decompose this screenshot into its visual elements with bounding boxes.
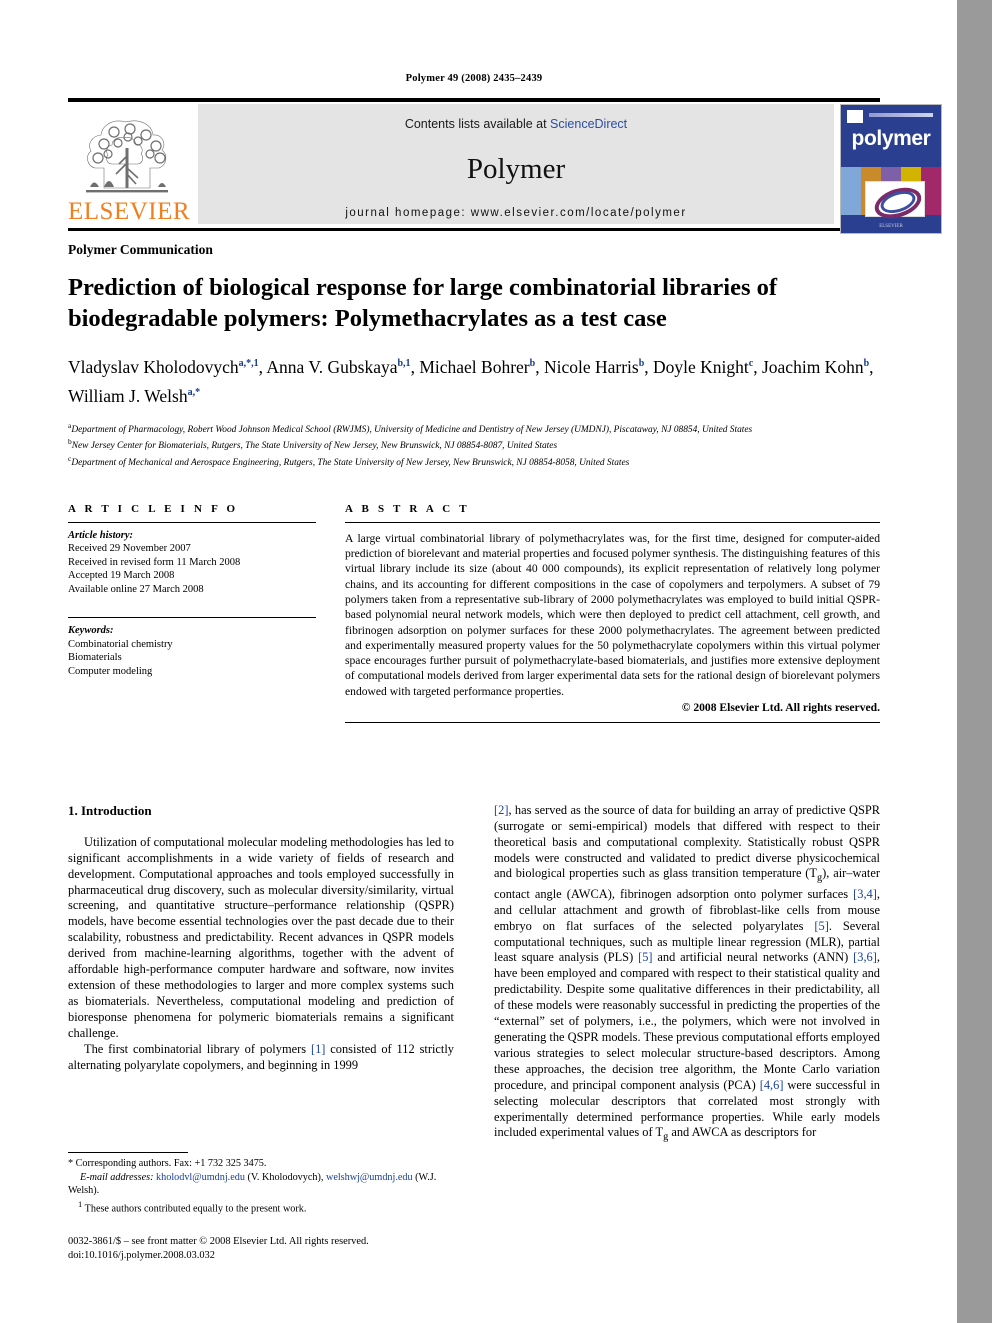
author-name: Doyle Knight (653, 356, 749, 377)
affiliation-list: aDepartment of Pharmacology, Robert Wood… (68, 420, 880, 470)
article-history-label: Article history: (68, 529, 134, 541)
body-column-left: 1. Introduction Utilization of computati… (68, 803, 454, 1146)
contents-prefix: Contents lists available at (404, 117, 551, 131)
issn-block: 0032-3861/$ – see front matter © 2008 El… (68, 1235, 454, 1262)
intro-paragraph-1: Utilization of computational molecular m… (68, 834, 454, 1040)
article-history: Article history: Received 29 November 20… (68, 529, 316, 597)
citation-ref[interactable]: [2] (494, 803, 508, 817)
abstract-text: A large virtual combinatorial library of… (345, 531, 880, 698)
history-item: Received 29 November 2007 (68, 543, 191, 555)
author-affiliation-marker: b (638, 358, 645, 369)
article-section-type: Polymer Communication (68, 242, 213, 257)
masthead-bottom-rule (68, 228, 880, 231)
running-head: Polymer 49 (2008) 2435–2439 (405, 73, 543, 84)
author-name: Vladyslav Kholodovych (68, 356, 239, 377)
author-name: Nicole Harris (543, 356, 639, 377)
author-name: Michael Bohrer (419, 356, 530, 377)
author-affiliation-marker: b,1 (397, 358, 411, 369)
cover-elsevier-mark-icon (847, 110, 863, 123)
email-note: E-mail addresses: kholodvl@umdnj.edu (V.… (68, 1171, 454, 1197)
contents-available-line: Contents lists available at ScienceDirec… (198, 117, 834, 131)
email-link-1[interactable]: kholodvl@umdnj.edu (156, 1172, 245, 1183)
journal-title: Polymer (466, 153, 566, 185)
body-text: and AWCA as descriptors for (668, 1125, 817, 1140)
affiliation-item: bNew Jersey Center for Biomaterials, Rut… (68, 436, 880, 453)
elsevier-logo: ELSEVIER (68, 106, 191, 226)
footnotes: * Corresponding authors. Fax: +1 732 325… (68, 1152, 454, 1262)
citation-ref[interactable]: [4,6] (760, 1078, 784, 1092)
info-abstract-block: A R T I C L E I N F O Article history: R… (68, 503, 880, 773)
journal-masthead: ELSEVIER Contents lists available at Sci… (68, 102, 942, 234)
intro-paragraph-2: The first combinatorial library of polym… (68, 1042, 454, 1074)
history-item: Accepted 19 March 2008 (68, 570, 175, 582)
history-item: Received in revised form 11 March 2008 (68, 556, 241, 568)
abstract-copyright: © 2008 Elsevier Ltd. All rights reserved… (681, 701, 880, 715)
elsevier-tree-icon (86, 120, 168, 193)
author-affiliation-marker: b (529, 358, 536, 369)
abstract-bottom-rule (345, 722, 880, 724)
keywords-rule (68, 617, 316, 619)
body-text: , have been employed and compared with r… (494, 950, 880, 1092)
author-list: Vladyslav Kholodovycha,*,1, Anna V. Gubs… (68, 356, 874, 406)
keyword-item: Combinatorial chemistry (68, 638, 173, 650)
footnote-rule (68, 1152, 188, 1153)
doi-line[interactable]: doi:10.1016/j.polymer.2008.03.032 (68, 1249, 454, 1262)
introduction-heading: 1. Introduction (68, 802, 152, 818)
author-affiliation-marker: c (748, 358, 754, 369)
keywords-label: Keywords: (68, 625, 114, 637)
affiliation-text: Department of Mechanical and Aerospace E… (71, 458, 630, 469)
email-label: E-mail addresses: (80, 1172, 154, 1183)
article-title: Prediction of biological response for la… (68, 274, 778, 332)
author-name: William J. Welsh (68, 385, 188, 406)
keywords-block: Keywords: Combinatorial chemistry Biomat… (68, 624, 316, 678)
abstract-heading: A B S T R A C T (345, 502, 470, 515)
author-affiliation-marker: a,* (187, 386, 201, 398)
email-link-2[interactable]: welshwj@umdnj.edu (326, 1172, 413, 1183)
history-item: Available online 27 March 2008 (68, 583, 204, 595)
body-text: and artificial neural networks (ANN) (652, 950, 854, 965)
elsevier-wordmark: ELSEVIER (68, 198, 191, 225)
intro-continued-paragraph: [2], has served as the source of data fo… (494, 803, 880, 1146)
journal-homepage-link[interactable]: journal homepage: www.elsevier.com/locat… (198, 207, 834, 219)
cover-gradient-bar (869, 113, 933, 117)
page-right-gutter (957, 0, 992, 1323)
para2-pre: The first combinatorial library of polym… (84, 1041, 311, 1056)
affiliation-item: cDepartment of Mechanical and Aerospace … (68, 453, 880, 470)
paper-page: Polymer 49 (2008) 2435–2439 ELSEVIER Con… (0, 0, 957, 1323)
sciencedirect-link[interactable]: ScienceDirect (550, 117, 627, 131)
journal-cover-image: polymer ELSEVIER (840, 104, 942, 234)
body-columns: 1. Introduction Utilization of computati… (68, 803, 880, 1146)
cover-inset-figure (865, 181, 926, 224)
citation-ref[interactable]: [3,6] (853, 950, 877, 964)
citation-ref[interactable]: [5] (638, 950, 652, 964)
author-name: Anna V. Gubskaya (266, 356, 398, 377)
author-affiliation-marker: a,*,1 (238, 358, 259, 369)
author-name: Joachim Kohn (761, 356, 864, 377)
corresponding-author-note: * Corresponding authors. Fax: +1 732 325… (68, 1158, 267, 1169)
affiliation-item: aDepartment of Pharmacology, Robert Wood… (68, 420, 880, 437)
keyword-item: Computer modeling (68, 665, 153, 677)
email-1-attrib: (V. Kholodovych), (244, 1172, 326, 1183)
issn-line: 0032-3861/$ – see front matter © 2008 El… (68, 1236, 369, 1248)
footnote-marker: 1 (78, 1199, 83, 1209)
journal-banner: Contents lists available at ScienceDirec… (198, 104, 834, 224)
citation-ref[interactable]: [3,4] (853, 887, 877, 901)
abstract-rule (345, 521, 880, 523)
keyword-item: Biomaterials (68, 652, 122, 664)
abstract-column: A B S T R A C T A large virtual combinat… (345, 502, 880, 724)
cover-footer-text: ELSEVIER (879, 224, 903, 229)
body-column-right: [2], has served as the source of data fo… (494, 803, 880, 1146)
equal-contribution-text: These authors contributed equally to the… (84, 1203, 307, 1215)
article-info-column: A R T I C L E I N F O Article history: R… (68, 503, 316, 679)
cover-header-band (841, 105, 941, 125)
affiliation-text: New Jersey Center for Biomaterials, Rutg… (71, 441, 558, 452)
article-info-rule (68, 521, 316, 523)
author-affiliation-marker: b (863, 358, 870, 369)
cover-wordmark: polymer (851, 127, 931, 150)
citation-ref[interactable]: [1] (311, 1042, 325, 1056)
citation-ref[interactable]: [5] (814, 919, 828, 933)
article-info-heading: A R T I C L E I N F O (68, 502, 239, 515)
affiliation-text: Department of Pharmacology, Robert Wood … (71, 424, 753, 435)
equal-contribution-note: 1 These authors contributed equally to t… (68, 1198, 454, 1215)
